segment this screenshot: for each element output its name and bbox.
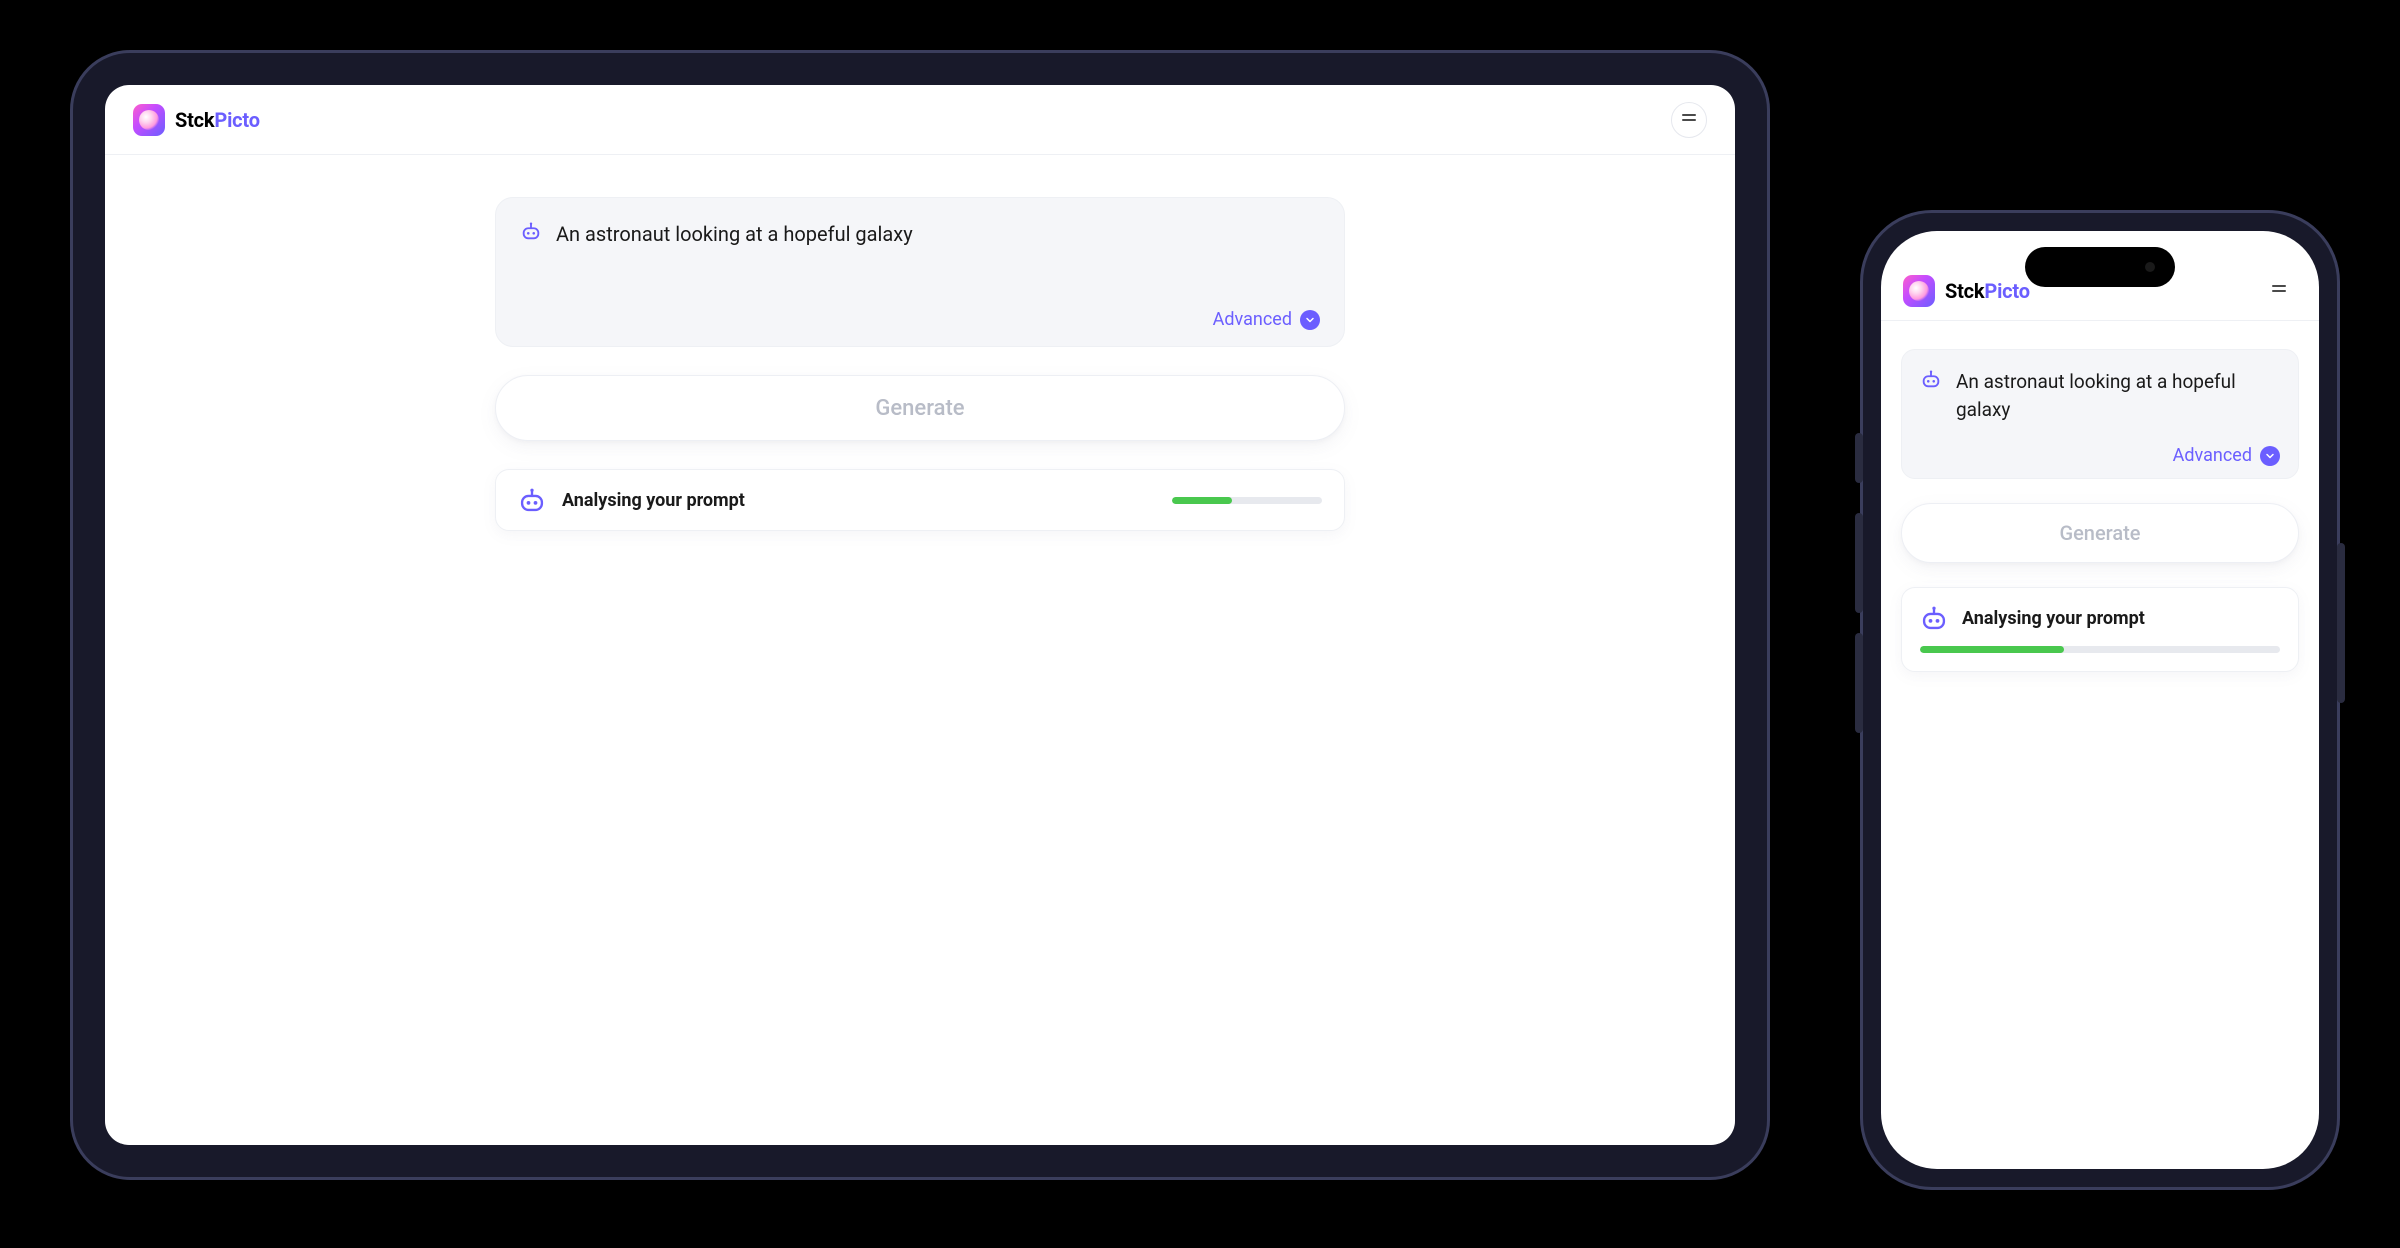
generate-button[interactable]: Generate — [495, 375, 1345, 441]
logo-text-accent: Picto — [214, 108, 259, 132]
logo-mark-icon — [1903, 275, 1935, 307]
tablet-device-frame: StckPicto — [70, 50, 1770, 1180]
status-card: Analysing your prompt — [1901, 587, 2299, 672]
app-header: StckPicto — [105, 85, 1735, 155]
phone-screen: StckPicto — [1881, 231, 2319, 1169]
advanced-toggle[interactable]: Advanced — [520, 309, 1320, 330]
prompt-card: An astronaut looking at a hopeful galaxy… — [495, 197, 1345, 347]
prompt-row: An astronaut looking at a hopeful galaxy — [1920, 368, 2280, 423]
advanced-toggle[interactable]: Advanced — [1920, 445, 2280, 466]
prompt-input[interactable]: An astronaut looking at a hopeful galaxy — [556, 220, 913, 249]
prompt-row: An astronaut looking at a hopeful galaxy — [520, 220, 1320, 249]
advanced-label: Advanced — [1213, 309, 1292, 330]
tablet-screen: StckPicto — [105, 85, 1735, 1145]
status-text: Analysing your prompt — [1962, 608, 2145, 629]
content-stack: An astronaut looking at a hopeful galaxy… — [1901, 349, 2299, 1169]
logo-text-primary: Stck — [1945, 279, 1984, 303]
logo-mark-icon — [133, 104, 165, 136]
advanced-label: Advanced — [2173, 445, 2252, 466]
phone-dynamic-island — [2025, 247, 2175, 287]
chevron-down-icon — [1300, 310, 1320, 330]
menu-button[interactable] — [2261, 273, 2297, 309]
logo-text-primary: Stck — [175, 108, 214, 132]
phone-side-button — [1855, 433, 1863, 483]
phone-device-frame: StckPicto — [1860, 210, 2340, 1190]
generate-button-label: Generate — [875, 396, 964, 421]
main-content: An astronaut looking at a hopeful galaxy… — [105, 155, 1735, 1145]
generate-button-label: Generate — [2059, 521, 2140, 545]
logo-text: StckPicto — [175, 108, 260, 132]
progress-bar-fill — [1920, 646, 2064, 653]
app-logo[interactable]: StckPicto — [1903, 275, 2030, 307]
progress-bar-fill — [1172, 497, 1232, 504]
prompt-card: An astronaut looking at a hopeful galaxy… — [1901, 349, 2299, 479]
menu-button[interactable] — [1671, 102, 1707, 138]
robot-icon — [520, 220, 542, 242]
status-card: Analysing your prompt — [495, 469, 1345, 531]
robot-icon — [1920, 368, 1942, 390]
robot-icon — [1920, 604, 1948, 632]
progress-bar — [1172, 497, 1322, 504]
generate-button[interactable]: Generate — [1901, 503, 2299, 563]
logo-text-accent: Picto — [1984, 279, 2029, 303]
main-content: An astronaut looking at a hopeful galaxy… — [1881, 321, 2319, 1169]
app-logo[interactable]: StckPicto — [133, 104, 260, 136]
chevron-down-icon — [2260, 446, 2280, 466]
hamburger-icon — [2272, 290, 2286, 292]
prompt-input[interactable]: An astronaut looking at a hopeful galaxy — [1956, 368, 2280, 423]
status-text: Analysing your prompt — [562, 490, 745, 511]
phone-power-button — [2337, 543, 2345, 703]
content-stack: An astronaut looking at a hopeful galaxy… — [495, 197, 1345, 1145]
phone-volume-down-button — [1855, 633, 1863, 733]
hamburger-icon — [1682, 119, 1696, 121]
logo-text: StckPicto — [1945, 279, 2030, 303]
robot-icon — [518, 486, 546, 514]
phone-volume-up-button — [1855, 513, 1863, 613]
progress-bar — [1920, 646, 2280, 653]
